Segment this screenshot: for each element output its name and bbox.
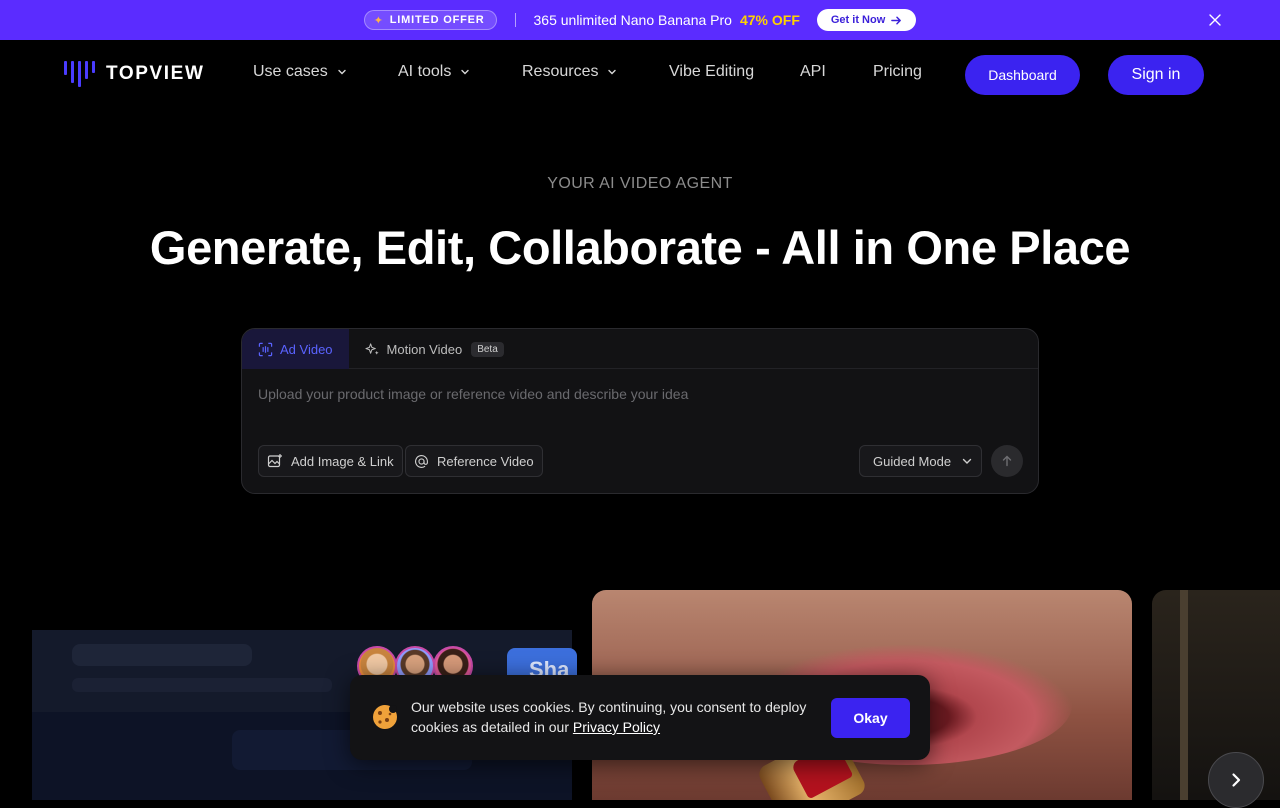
composer-tabs: Ad Video Motion Video Beta (242, 329, 1038, 369)
close-icon[interactable] (1208, 13, 1222, 27)
logo-mark-icon (64, 61, 95, 87)
nav-use-cases[interactable]: Use cases (253, 63, 348, 81)
add-image-icon (267, 454, 282, 468)
promo-bar: ✦ LIMITED OFFER 365 unlimited Nano Banan… (0, 0, 1280, 40)
promo-text: 365 unlimited Nano Banana Pro (533, 12, 732, 28)
add-image-link-button[interactable]: Add Image & Link (258, 445, 403, 477)
motion-sparkle-icon (364, 342, 379, 355)
at-icon (415, 454, 428, 468)
limited-offer-badge: ✦ LIMITED OFFER (363, 10, 497, 30)
logo[interactable]: TOPVIEW (64, 61, 204, 87)
cookie-banner: Our website uses cookies. By continuing,… (350, 675, 930, 760)
get-it-now-button[interactable]: Get it Now (816, 9, 917, 31)
add-image-link-label: Add Image & Link (291, 453, 394, 469)
prompt-composer: Ad Video Motion Video Beta Upload your p… (241, 328, 1039, 494)
nav-resources-label: Resources (522, 63, 599, 80)
chevron-down-icon (338, 69, 346, 75)
chevron-down-icon (461, 69, 470, 75)
nav-pricing-label: Pricing (873, 63, 922, 80)
nav-vibe-editing-label: Vibe Editing (669, 63, 755, 80)
cookie-message: Our website uses cookies. By continuing,… (411, 697, 811, 737)
top-nav: TOPVIEW Use cases AI tools Resources Vib… (0, 40, 1280, 108)
chevron-right-icon (1232, 773, 1241, 787)
nav-api[interactable]: API (800, 63, 826, 81)
tab-motion-video[interactable]: Motion Video Beta (349, 329, 520, 369)
sparkle-icon: ✦ (373, 14, 384, 27)
get-it-now-label: Get it Now (830, 14, 886, 26)
sign-in-button[interactable]: Sign in (1108, 55, 1204, 95)
tab-ad-video[interactable]: Ad Video (242, 329, 349, 369)
badge-label: LIMITED OFFER (389, 14, 485, 26)
submit-button[interactable] (991, 445, 1023, 477)
okay-button[interactable]: Okay (831, 698, 910, 738)
arrow-right-icon (891, 16, 902, 24)
cookie-icon (373, 705, 397, 729)
tab-motion-video-label: Motion Video (386, 341, 463, 357)
chevron-down-icon (608, 69, 617, 75)
logo-text: TOPVIEW (106, 63, 205, 84)
nav-ai-tools-label: AI tools (398, 63, 452, 80)
reference-video-button[interactable]: Reference Video (405, 445, 543, 477)
tab-ad-video-label: Ad Video (280, 341, 333, 357)
prompt-input[interactable]: Upload your product image or reference v… (258, 386, 688, 402)
arrow-up-icon (1002, 455, 1012, 467)
nav-pricing[interactable]: Pricing (873, 63, 922, 81)
guided-mode-select[interactable]: Guided Mode (859, 445, 982, 477)
hero-eyebrow: YOUR AI VIDEO AGENT (547, 175, 733, 192)
ad-video-icon (258, 342, 273, 356)
chevron-down-icon (962, 458, 972, 464)
guided-mode-label: Guided Mode (873, 453, 952, 469)
privacy-policy-link[interactable]: Privacy Policy (573, 719, 660, 735)
hero-headline: Generate, Edit, Collaborate - All in One… (149, 221, 1131, 274)
nav-ai-tools[interactable]: AI tools (398, 63, 471, 81)
nav-api-label: API (800, 63, 826, 80)
promo-divider (514, 13, 516, 27)
dashboard-button[interactable]: Dashboard (965, 55, 1080, 95)
reference-video-label: Reference Video (437, 453, 534, 469)
nav-resources[interactable]: Resources (522, 63, 618, 81)
promo-discount: 47% OFF (739, 12, 800, 28)
nav-vibe-editing[interactable]: Vibe Editing (669, 63, 754, 81)
nav-use-cases-label: Use cases (253, 63, 328, 80)
beta-badge: Beta (471, 341, 504, 357)
